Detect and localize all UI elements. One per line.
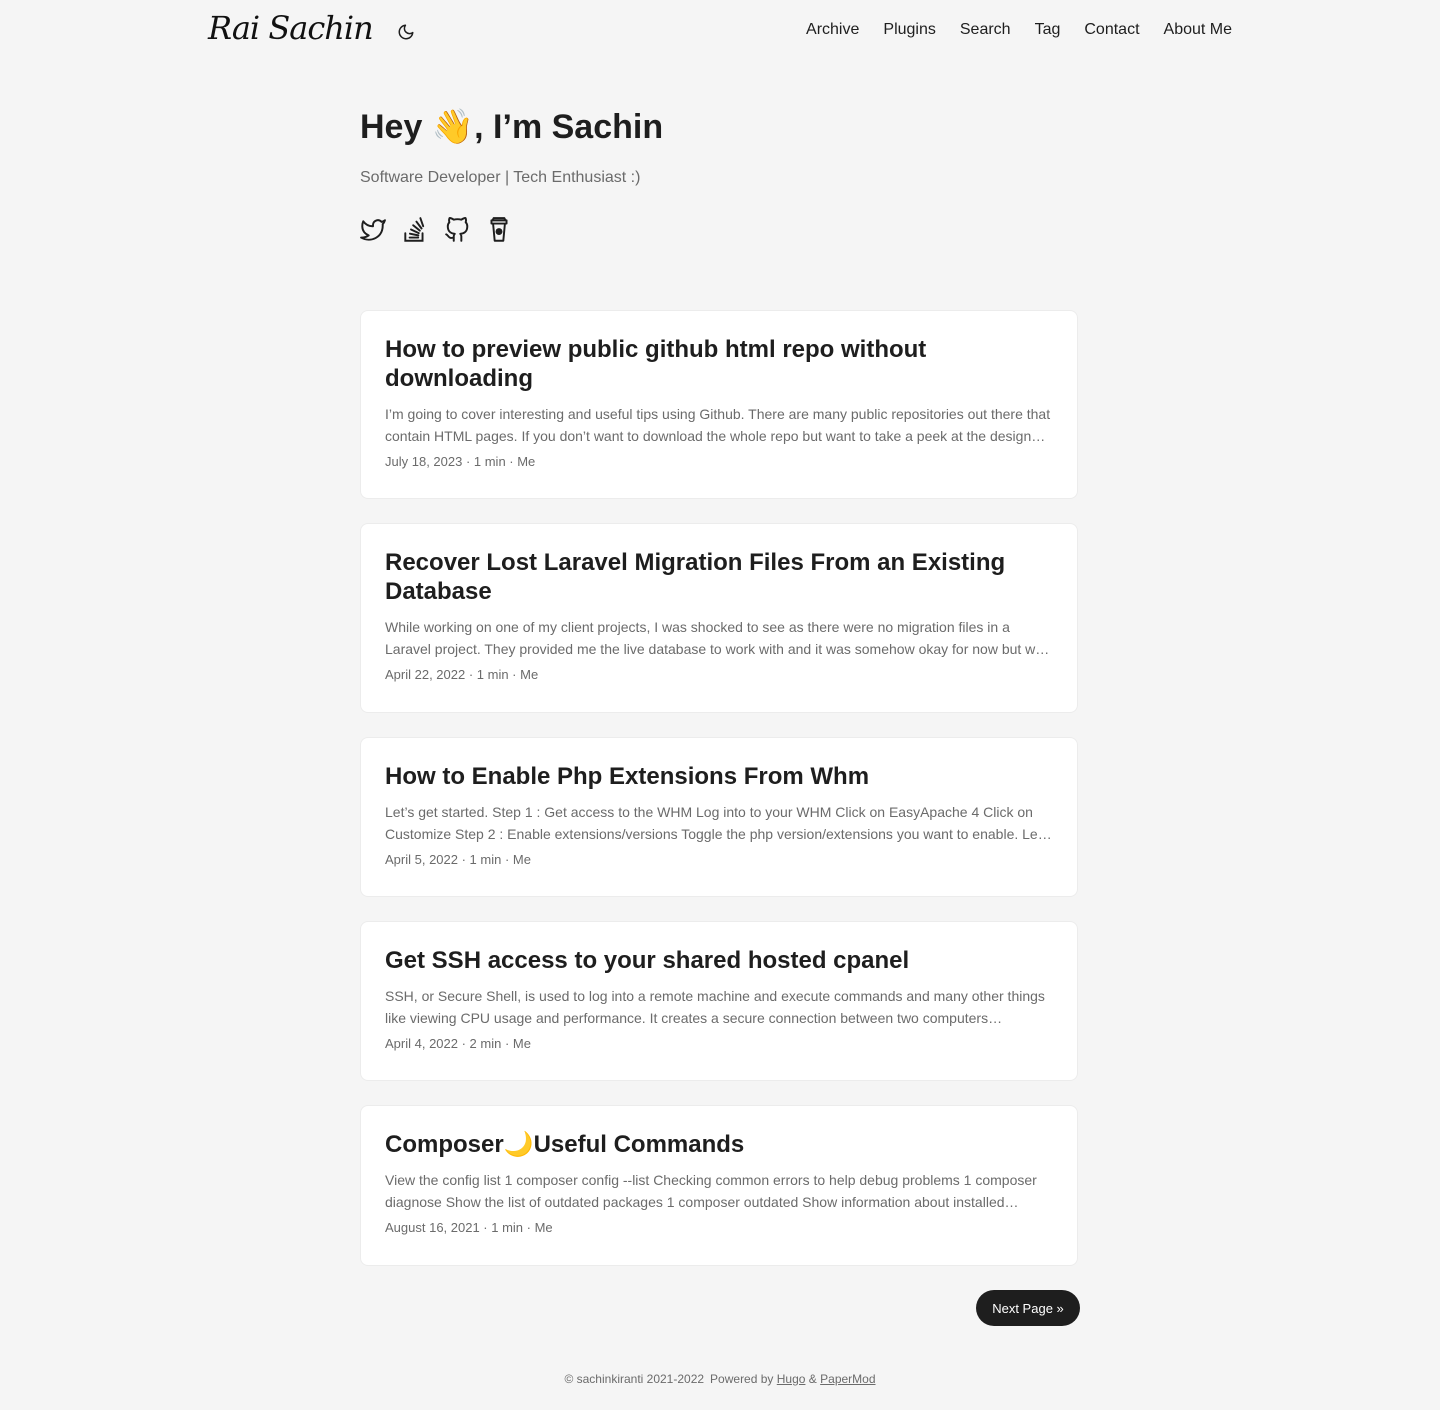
post-title: How to preview public github html repo w… bbox=[385, 336, 927, 392]
nav-plugins[interactable]: Plugins bbox=[883, 21, 935, 39]
post-meta: April 22, 2022 · 1 min · Me bbox=[385, 667, 539, 682]
post-summary: View the config list 1 composer config -… bbox=[385, 1172, 1037, 1210]
nav-tag[interactable]: Tag bbox=[1035, 21, 1061, 39]
buymeacoffee-icon[interactable] bbox=[486, 216, 512, 244]
post-summary: While working on one of my client projec… bbox=[385, 619, 1050, 657]
stackoverflow-icon[interactable] bbox=[402, 216, 428, 244]
nav-about-me[interactable]: About Me bbox=[1164, 21, 1232, 39]
page-title: Hey 👋, I’m Sachin bbox=[360, 108, 664, 146]
post-title: Recover Lost Laravel Migration Files Fro… bbox=[385, 549, 1006, 605]
nav-search[interactable]: Search bbox=[960, 21, 1011, 39]
post-meta: April 5, 2022 · 1 min · Me bbox=[385, 852, 531, 867]
moon-icon[interactable] bbox=[393, 19, 419, 45]
papermod-link[interactable]: PaperMod bbox=[820, 1372, 875, 1386]
post-meta: July 18, 2023 · 1 min · Me bbox=[385, 454, 536, 469]
hugo-link[interactable]: Hugo bbox=[777, 1372, 806, 1386]
copyright-text: © sachinkiranti 2021-2022 bbox=[564, 1372, 705, 1386]
site-footer: © sachinkiranti 2021-2022 Powered by Hugo… bbox=[0, 1372, 1440, 1386]
post-summary: Let’s get started. Step 1 : Get access t… bbox=[385, 804, 1052, 842]
post-title: How to Enable Php Extensions From Whm bbox=[385, 763, 870, 790]
main-nav: Archive Plugins Search Tag Contact About… bbox=[806, 21, 1232, 39]
next-page-button[interactable]: Next Page » bbox=[976, 1290, 1080, 1326]
post-card[interactable]: How to preview public github html repo w… bbox=[360, 310, 1078, 499]
twitter-icon[interactable] bbox=[360, 216, 386, 244]
ampersand-text: & bbox=[808, 1372, 817, 1386]
site-logo[interactable]: Rai Sachin bbox=[208, 12, 374, 44]
post-meta: August 16, 2021 · 1 min · Me bbox=[385, 1220, 553, 1235]
page-subtitle: Software Developer | Tech Enthusiast :) bbox=[360, 169, 641, 186]
post-card[interactable]: Get SSH access to your shared hosted cpa… bbox=[360, 921, 1078, 1081]
post-card[interactable]: How to Enable Php Extensions From Whm Le… bbox=[360, 737, 1078, 897]
github-icon[interactable] bbox=[444, 216, 470, 244]
post-summary: I’m going to cover interesting and usefu… bbox=[385, 406, 1051, 444]
post-summary: SSH, or Secure Shell, is used to log int… bbox=[385, 988, 1045, 1026]
post-card[interactable]: Composer🌙Useful Commands View the config… bbox=[360, 1105, 1078, 1266]
nav-contact[interactable]: Contact bbox=[1084, 21, 1139, 39]
post-title: Composer🌙Useful Commands bbox=[385, 1131, 745, 1158]
powered-by-text: Powered by bbox=[710, 1372, 774, 1386]
social-icons bbox=[360, 216, 512, 244]
nav-archive[interactable]: Archive bbox=[806, 21, 859, 39]
logo-wrap: Rai Sachin bbox=[208, 12, 419, 46]
post-meta: April 4, 2022 · 2 min · Me bbox=[385, 1036, 531, 1051]
site-header: Rai Sachin Archive Plugins Search Tag Co… bbox=[208, 0, 1232, 60]
post-title: Get SSH access to your shared hosted cpa… bbox=[385, 947, 910, 974]
post-card[interactable]: Recover Lost Laravel Migration Files Fro… bbox=[360, 523, 1078, 713]
